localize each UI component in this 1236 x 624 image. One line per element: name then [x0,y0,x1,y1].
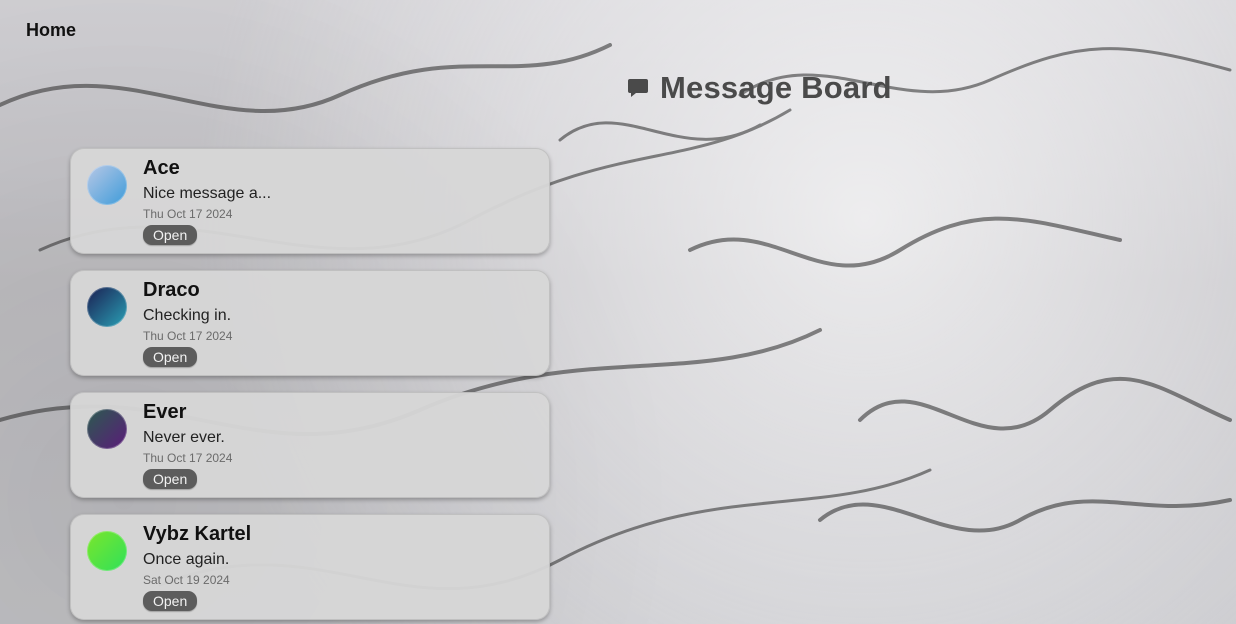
message-date: Thu Oct 17 2024 [143,329,233,343]
message-preview: Nice message a... [143,185,272,202]
page-title: Message Board [626,70,892,106]
avatar [87,165,127,205]
avatar [87,531,127,571]
message-card-ever: Ever Never ever. Thu Oct 17 2024 Open [70,392,550,498]
message-card-vybz-kartel: Vybz Kartel Once again. Sat Oct 19 2024 … [70,514,550,620]
open-button[interactable]: Open [143,347,198,367]
message-date: Thu Oct 17 2024 [143,451,233,465]
message-card-ace: Ace Nice message a... Thu Oct 17 2024 Op… [70,148,550,254]
message-preview: Once again. [143,551,230,568]
sender-name: Vybz Kartel [143,523,252,545]
message-card-draco: Draco Checking in. Thu Oct 17 2024 Open [70,270,550,376]
message-icon [626,76,650,100]
home-link[interactable]: Home [26,20,76,41]
page-title-text: Message Board [660,70,892,105]
avatar [87,287,127,327]
message-date: Sat Oct 19 2024 [143,573,230,587]
message-preview: Checking in. [143,307,232,324]
message-list: Ace Nice message a... Thu Oct 17 2024 Op… [70,148,550,624]
sender-name: Ace [143,157,180,179]
open-button[interactable]: Open [143,225,198,245]
message-date: Thu Oct 17 2024 [143,207,233,221]
open-button[interactable]: Open [143,591,198,611]
open-button[interactable]: Open [143,469,198,489]
message-preview: Never ever. [143,429,225,446]
sender-name: Draco [143,279,200,301]
avatar [87,409,127,449]
sender-name: Ever [143,401,187,423]
